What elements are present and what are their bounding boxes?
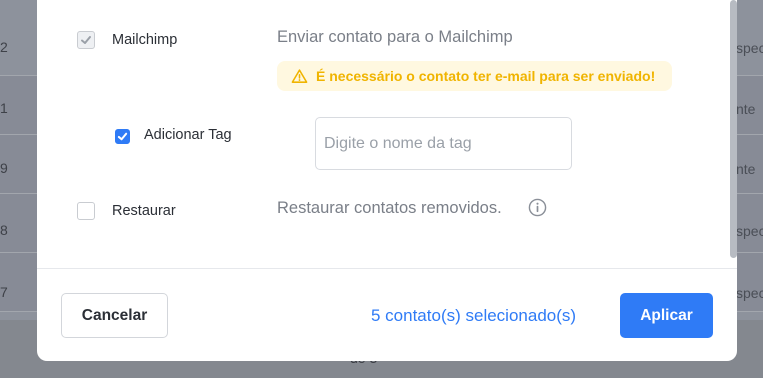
restore-label: Restaurar — [112, 203, 176, 219]
restore-checkbox[interactable] — [77, 202, 95, 220]
add-tag-label: Adicionar Tag — [144, 127, 232, 143]
info-icon[interactable] — [528, 198, 547, 222]
background-row-text: nte — [736, 101, 756, 117]
background-row-text: spect — [736, 223, 763, 239]
check-icon — [81, 36, 91, 44]
background-row-text: spec — [736, 285, 763, 301]
warning-icon — [291, 68, 308, 85]
tag-name-input[interactable] — [315, 117, 572, 170]
mailchimp-checkbox[interactable] — [77, 31, 95, 49]
warning-text: É necessário o contato ter e-mail para s… — [316, 68, 656, 84]
selected-count-text: 5 contato(s) selecionado(s) — [371, 306, 577, 325]
footer-divider — [37, 268, 737, 269]
add-tag-checkbox[interactable] — [115, 129, 130, 144]
apply-button[interactable]: Aplicar — [620, 293, 713, 338]
cancel-button[interactable]: Cancelar — [61, 293, 168, 338]
modal-scrollbar[interactable] — [730, 0, 737, 258]
background-row-text: nte — [736, 161, 756, 177]
mailchimp-warning: É necessário o contato ter e-mail para s… — [277, 61, 672, 91]
background-row-number: 8 — [0, 222, 8, 238]
restore-description: Restaurar contatos removidos. — [277, 199, 502, 217]
mailchimp-description: Enviar contato para o Mailchimp — [277, 28, 513, 46]
bulk-action-modal: Mailchimp Enviar contato para o Mailchim… — [37, 0, 737, 361]
check-icon — [117, 132, 128, 141]
background-row-number: 7 — [0, 284, 8, 300]
background-row-number: 9 — [0, 160, 8, 176]
mailchimp-label: Mailchimp — [112, 32, 178, 48]
background-row-number: 1 — [0, 100, 8, 116]
background-row-number: 2 — [0, 39, 8, 55]
background-row-text: spec — [736, 40, 763, 56]
